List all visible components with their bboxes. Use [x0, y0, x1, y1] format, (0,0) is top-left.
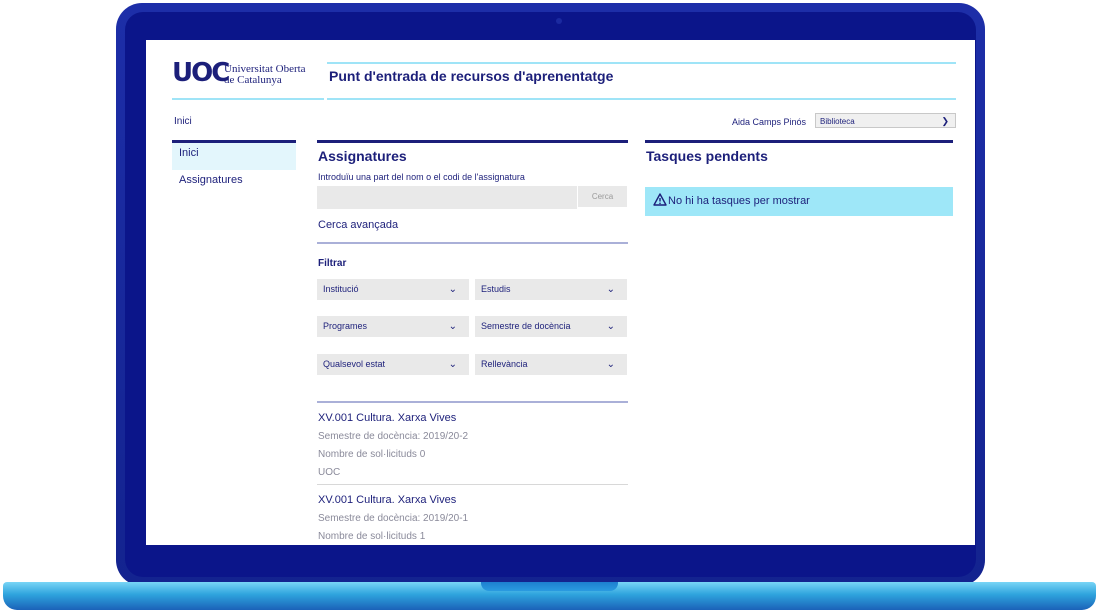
webcam-icon: [556, 18, 562, 24]
filter-programes-dropdown[interactable]: Programes ⌄: [317, 316, 469, 337]
tasques-title: Tasques pendents: [646, 148, 768, 164]
filter-estat-dropdown[interactable]: Qualsevol estat ⌄: [317, 354, 469, 375]
search-hint: Introduïu una part del nom o el codi de …: [318, 172, 525, 182]
breadcrumb-home[interactable]: Inici: [174, 116, 192, 127]
uoc-logo[interactable]: UOC Universitat Oberta de Catalunya: [172, 58, 324, 98]
tasques-top-border: [645, 140, 953, 143]
sidebar-item-label: Assignatures: [179, 174, 243, 186]
result-title[interactable]: XV.001 Cultura. Xarxa Vives: [318, 412, 456, 424]
dropdown-label: Institució: [323, 284, 359, 294]
empty-tasks-message: No hi ha tasques per mostrar: [668, 195, 810, 207]
chevron-down-icon: ⌄: [448, 359, 457, 370]
page-title: Punt d'entrada de recursos d'aprenentatg…: [329, 68, 614, 84]
context-select-value: Biblioteca: [820, 117, 855, 126]
result-semester: Semestre de docència: 2019/20-1: [318, 513, 469, 524]
chevron-down-icon: ⌄: [606, 284, 615, 295]
sidebar-item-assignatures[interactable]: Assignatures: [172, 170, 296, 197]
laptop-notch: [481, 582, 618, 591]
chevron-down-icon: ❯: [941, 116, 949, 126]
result-semester: Semestre de docència: 2019/20-2: [318, 431, 469, 442]
divider: [317, 242, 628, 244]
empty-tasks-alert: No hi ha tasques per mostrar: [645, 187, 953, 216]
sidebar-item-inici[interactable]: Inici: [172, 143, 296, 170]
filter-rellevancia-dropdown[interactable]: Rellevància ⌄: [475, 354, 627, 375]
dropdown-label: Rellevància: [481, 359, 528, 369]
dropdown-label: Programes: [323, 321, 368, 331]
divider: [317, 401, 628, 403]
result-title[interactable]: XV.001 Cultura. Xarxa Vives: [318, 494, 456, 506]
result-institution: UOC: [318, 467, 341, 478]
context-select[interactable]: Biblioteca ❯: [815, 113, 956, 128]
dropdown-label: Estudis: [481, 284, 511, 294]
filter-institucio-dropdown[interactable]: Institució ⌄: [317, 279, 469, 300]
logo-mark: UOC: [172, 58, 230, 88]
logo-text: Universitat Oberta de Catalunya: [224, 63, 306, 86]
advanced-search-link[interactable]: Cerca avançada: [318, 219, 398, 231]
filter-semestre-dropdown[interactable]: Semestre de docència ⌄: [475, 316, 627, 337]
assignatures-title: Assignatures: [318, 148, 407, 164]
chevron-down-icon: ⌄: [606, 321, 615, 332]
chevron-down-icon: ⌄: [606, 359, 615, 370]
result-separator: [317, 484, 628, 485]
chevron-down-icon: ⌄: [448, 284, 457, 295]
user-name: Aida Camps Pinós: [732, 117, 807, 127]
result-requests: Nombre de sol·licituds 1: [318, 531, 426, 542]
warning-icon: [653, 193, 667, 206]
filter-estudis-dropdown[interactable]: Estudis ⌄: [475, 279, 627, 300]
header-divider-bottom: [327, 98, 956, 100]
dropdown-label: Semestre de docència: [481, 321, 571, 331]
result-requests: Nombre de sol·licituds 0: [318, 449, 426, 460]
app-screen: UOC Universitat Oberta de Catalunya Punt…: [146, 40, 975, 545]
logo-underline: [172, 98, 324, 100]
dropdown-label: Qualsevol estat: [323, 359, 386, 369]
assignatures-top-border: [317, 140, 628, 143]
header-divider-top: [327, 62, 956, 64]
sidebar-item-label: Inici: [179, 147, 199, 159]
search-input[interactable]: [317, 186, 577, 209]
filter-title: Filtrar: [318, 258, 347, 269]
chevron-down-icon: ⌄: [448, 321, 457, 332]
search-button[interactable]: Cerca: [578, 186, 627, 207]
